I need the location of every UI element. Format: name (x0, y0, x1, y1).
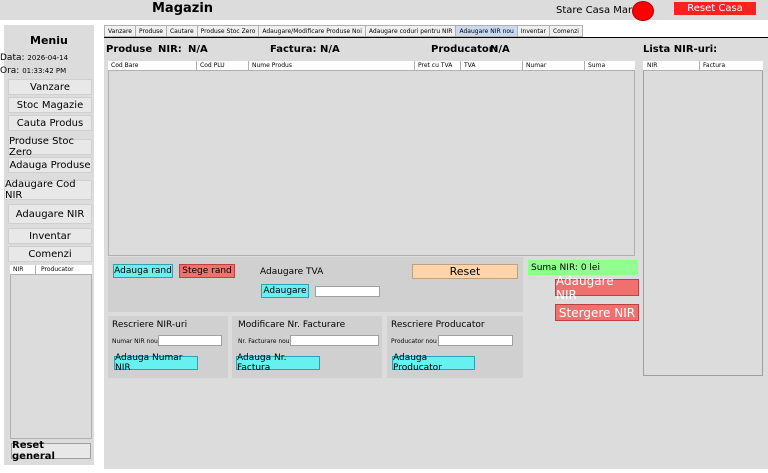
sidebar-item-vanzare[interactable]: Vanzare (8, 79, 92, 95)
column-header-pret-cu-tva[interactable]: Pret cu TVA (418, 62, 452, 69)
lista-nir-table-header: NIR Factura (643, 61, 763, 71)
sidebar-title: Meniu (30, 34, 68, 47)
produse-label: Produse (106, 44, 153, 55)
date-display: Data: 2026-04-14 (0, 53, 68, 63)
column-header-nume-produs[interactable]: Nume Produs (252, 62, 292, 69)
nir-producator-list[interactable] (10, 265, 92, 439)
nir-value: N/A (188, 44, 208, 55)
column-separator (414, 61, 415, 71)
numar-nir-nou-label: Numar NIR nou (112, 338, 158, 345)
time-value: 01:33:42 PM (22, 67, 67, 75)
lista-nir-table[interactable] (643, 61, 763, 376)
sidebar-item-inventar[interactable]: Inventar (8, 228, 92, 244)
date-label: Data: (0, 53, 25, 63)
tab-adaugare-modificare-produse[interactable]: Adaugare/Modificare Produse Noi (258, 25, 366, 37)
sidebar-item-adaugare-nir[interactable]: Adaugare NIR (8, 204, 92, 224)
products-table-header: Cod Bare Cod PLU Nume Produs Pret cu TVA… (108, 61, 635, 71)
tab-produse-stoc-zero[interactable]: Produse Stoc Zero (196, 25, 260, 37)
column-header-cod-plu[interactable]: Cod PLU (200, 62, 225, 69)
rescriere-producator-title: Rescriere Producator (391, 320, 485, 330)
sidebar-item-produse-stoc-zero[interactable]: Produse Stoc Zero (8, 136, 92, 158)
sidebar-item-cauta-produs[interactable]: Cauta Produs (8, 115, 92, 131)
column-separator (248, 61, 249, 71)
column-separator (196, 61, 197, 71)
adaugare-tva-button[interactable]: Adaugare (261, 284, 309, 298)
nr-facturare-nou-label: Nr. Facturare nou (238, 338, 290, 345)
nir-label: NIR: (158, 44, 182, 55)
producator-label: Producator: (431, 44, 498, 55)
tva-input[interactable] (315, 286, 380, 297)
cash-register-status-indicator (632, 1, 654, 21)
tab-comenzi[interactable]: Comenzi (548, 25, 583, 37)
app-title: Magazin (152, 1, 214, 16)
sidebar-item-comenzi[interactable]: Comenzi (8, 246, 92, 262)
sterge-rand-button[interactable]: Stege rand (179, 264, 235, 278)
lista-nir-title: Lista NIR-uri: (643, 44, 718, 55)
time-label: Ora: (0, 66, 20, 76)
time-display: Ora: 01:33:42 PM (0, 66, 66, 76)
adauga-producator-button[interactable]: Adauga Producator (392, 353, 475, 373)
column-separator (460, 61, 461, 71)
adauga-nr-factura-button[interactable]: Adauga Nr. Factura (236, 353, 320, 373)
reset-button[interactable]: Reset (412, 264, 518, 279)
column-separator (35, 265, 36, 275)
sidebar-item-stoc-magazie[interactable]: Stoc Magazie (8, 97, 92, 113)
producator-nou-input[interactable] (438, 335, 513, 346)
sidebar-item-adauga-produse[interactable]: Adauga Produse (8, 157, 92, 173)
tab-cautare[interactable]: Cautare (165, 25, 198, 37)
column-header-tva[interactable]: TVA (464, 62, 476, 69)
tab-produse[interactable]: Produse (134, 25, 167, 37)
column-header-nir[interactable]: NIR (647, 62, 657, 69)
tab-inventar[interactable]: Inventar (516, 25, 550, 37)
column-separator (699, 61, 700, 71)
rescriere-nir-title: Rescriere NIR-uri (112, 320, 188, 330)
nir-producator-list-header: NIR Producator (10, 265, 92, 275)
sidebar-item-adaugare-cod-nir[interactable]: Adaugare Cod NIR (4, 179, 92, 201)
modificare-factura-title: Modificare Nr. Facturare (238, 320, 346, 330)
adaugare-tva-title: Adaugare TVA (260, 267, 324, 277)
column-header-suma[interactable]: Suma (588, 62, 605, 69)
column-header-cod-bare[interactable]: Cod Bare (111, 62, 138, 69)
tab-bar: Vanzare Produse Cautare Produse Stoc Zer… (104, 25, 583, 37)
adauga-numar-nir-button[interactable]: Adauga Numar NIR (114, 353, 198, 373)
factura-value: N/A (320, 44, 340, 55)
adaugare-nir-button[interactable]: Adaugare NIR (555, 274, 639, 302)
column-header-factura[interactable]: Factura (703, 62, 725, 69)
tab-vanzare[interactable]: Vanzare (104, 25, 136, 37)
products-table[interactable] (108, 61, 635, 256)
stergere-nir-button[interactable]: Stergere NIR (555, 304, 639, 321)
adauga-rand-button[interactable]: Adauga rand (113, 264, 173, 278)
tab-adaugare-nir-nou[interactable]: Adaugare NIR nou (455, 25, 518, 37)
reset-casa-button[interactable]: Reset Casa (674, 2, 756, 15)
column-header-nir[interactable]: NIR (13, 266, 23, 273)
date-value: 2026-04-14 (27, 54, 69, 62)
column-header-producator[interactable]: Producator (41, 266, 74, 273)
column-separator (584, 61, 585, 71)
tab-adaugare-coduri-nir[interactable]: Adaugare coduri pentru NIR (364, 25, 457, 37)
producator-nou-label: Producator nou (391, 338, 437, 345)
column-header-numar[interactable]: Numar (526, 62, 546, 69)
nr-facturare-nou-input[interactable] (290, 335, 379, 346)
producator-value: N/A (490, 44, 510, 55)
factura-label: Factura: (270, 44, 317, 55)
reset-general-button[interactable]: Reset general (11, 440, 91, 462)
numar-nir-nou-input[interactable] (158, 335, 222, 346)
column-separator (522, 61, 523, 71)
